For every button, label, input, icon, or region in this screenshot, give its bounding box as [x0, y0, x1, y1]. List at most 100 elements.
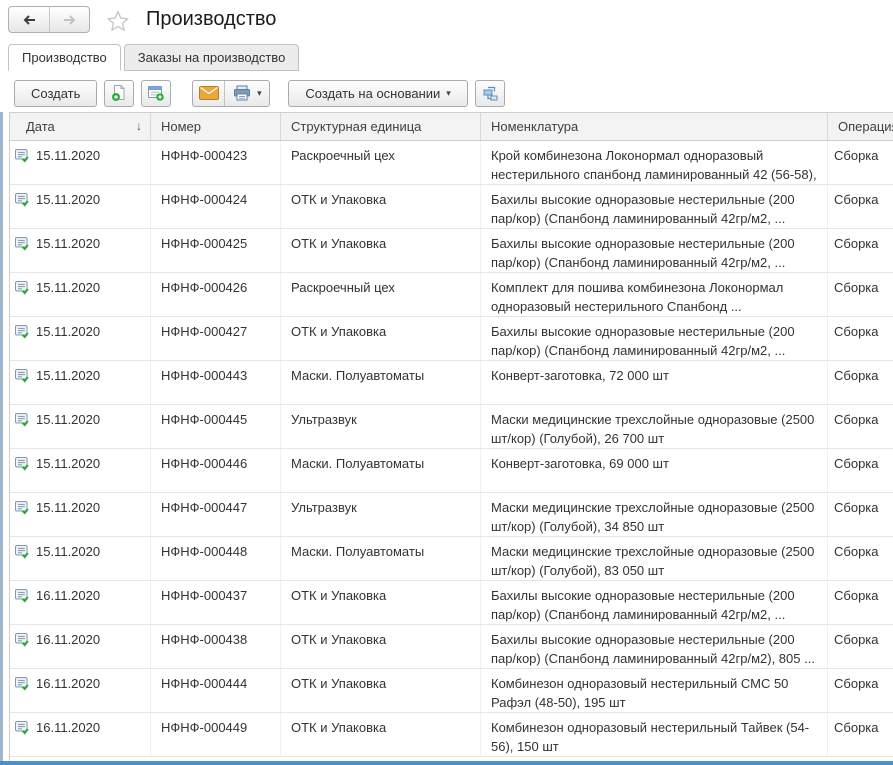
- cell-nomenclature[interactable]: Конверт-заготовка, 69 000 шт: [481, 449, 828, 492]
- cell-unit[interactable]: ОТК и Упаковка: [281, 185, 481, 228]
- cell-nomenclature[interactable]: Маски медицинские трехслойные одноразовы…: [481, 493, 828, 536]
- cell-operation[interactable]: Сборка: [828, 405, 893, 448]
- cell-date: 16.11.2020: [36, 718, 100, 737]
- cell-date: 15.11.2020: [36, 190, 100, 209]
- cell-number[interactable]: НФНФ-000427: [151, 317, 281, 360]
- cell-operation[interactable]: Сборка: [828, 669, 893, 712]
- document-posted-icon: [14, 543, 30, 564]
- cell-nomenclature[interactable]: Бахилы высокие одноразовые нестерильные …: [481, 317, 828, 360]
- cell-date: 15.11.2020: [36, 278, 100, 297]
- cell-unit[interactable]: Ультразвук: [281, 493, 481, 536]
- cell-number[interactable]: НФНФ-000447: [151, 493, 281, 536]
- cell-operation[interactable]: Сборка: [828, 713, 893, 756]
- cell-unit[interactable]: Раскроечный цех: [281, 273, 481, 316]
- document-posted-icon: [14, 191, 30, 212]
- mail-button[interactable]: [193, 81, 224, 106]
- cell-nomenclature[interactable]: Комбинезон одноразовый нестерильный Тайв…: [481, 713, 828, 756]
- cell-number[interactable]: НФНФ-000426: [151, 273, 281, 316]
- cell-operation[interactable]: Сборка: [828, 185, 893, 228]
- cell-nomenclature[interactable]: Крой комбинезона Локонормал одноразовый …: [481, 141, 828, 184]
- cell-nomenclature[interactable]: Бахилы высокие одноразовые нестерильные …: [481, 625, 828, 668]
- table-row[interactable]: 16.11.2020 НФНФ-000438 ОТК и Упаковка Ба…: [10, 625, 893, 669]
- cell-unit[interactable]: Маски. Полуавтоматы: [281, 361, 481, 404]
- cell-operation[interactable]: Сборка: [828, 361, 893, 404]
- cell-nomenclature[interactable]: Бахилы высокие одноразовые нестерильные …: [481, 185, 828, 228]
- tab-production[interactable]: Производство: [8, 44, 121, 71]
- cell-number[interactable]: НФНФ-000438: [151, 625, 281, 668]
- table-row[interactable]: 16.11.2020 НФНФ-000449 ОТК и Упаковка Ко…: [10, 713, 893, 757]
- table-row[interactable]: 15.11.2020 НФНФ-000427 ОТК и Упаковка Ба…: [10, 317, 893, 361]
- tab-production-orders[interactable]: Заказы на производство: [124, 44, 300, 71]
- table-row[interactable]: 15.11.2020 НФНФ-000443 Маски. Полуавтома…: [10, 361, 893, 405]
- cell-unit[interactable]: ОТК и Упаковка: [281, 317, 481, 360]
- cell-operation[interactable]: Сборка: [828, 449, 893, 492]
- cell-unit[interactable]: ОТК и Упаковка: [281, 229, 481, 272]
- create-based-on-button[interactable]: Создать на основании ▾: [288, 80, 467, 107]
- cell-operation[interactable]: Сборка: [828, 581, 893, 624]
- cell-nomenclature[interactable]: Бахилы высокие одноразовые нестерильные …: [481, 229, 828, 272]
- cell-unit[interactable]: Маски. Полуавтоматы: [281, 449, 481, 492]
- cell-number[interactable]: НФНФ-000443: [151, 361, 281, 404]
- cell-date: 16.11.2020: [36, 630, 100, 649]
- table-row[interactable]: 15.11.2020 НФНФ-000426 Раскроечный цех К…: [10, 273, 893, 317]
- cell-operation[interactable]: Сборка: [828, 317, 893, 360]
- column-header-date[interactable]: Дата ↓: [10, 113, 151, 140]
- create-group-button[interactable]: [141, 80, 171, 107]
- table-row[interactable]: 15.11.2020 НФНФ-000425 ОТК и Упаковка Ба…: [10, 229, 893, 273]
- cell-nomenclature[interactable]: Маски медицинские трехслойные одноразовы…: [481, 405, 828, 448]
- cell-number[interactable]: НФНФ-000449: [151, 713, 281, 756]
- cell-unit[interactable]: Раскроечный цех: [281, 141, 481, 184]
- cell-number[interactable]: НФНФ-000425: [151, 229, 281, 272]
- table-row[interactable]: 16.11.2020 НФНФ-000437 ОТК и Упаковка Ба…: [10, 581, 893, 625]
- copy-document-button[interactable]: [104, 80, 134, 107]
- cell-unit[interactable]: ОТК и Упаковка: [281, 713, 481, 756]
- cell-unit[interactable]: ОТК и Упаковка: [281, 581, 481, 624]
- table-row[interactable]: 15.11.2020 НФНФ-000446 Маски. Полуавтома…: [10, 449, 893, 493]
- cell-unit[interactable]: Ультразвук: [281, 405, 481, 448]
- document-posted-icon: [14, 147, 30, 168]
- cell-operation[interactable]: Сборка: [828, 625, 893, 668]
- back-button[interactable]: [9, 7, 49, 32]
- table-row[interactable]: 16.11.2020 НФНФ-000444 ОТК и Упаковка Ко…: [10, 669, 893, 713]
- table-row[interactable]: 15.11.2020 НФНФ-000447 Ультразвук Маски …: [10, 493, 893, 537]
- cell-nomenclature[interactable]: Маски медицинские трехслойные одноразовы…: [481, 537, 828, 580]
- create-button[interactable]: Создать: [14, 80, 97, 107]
- cell-date: 15.11.2020: [36, 322, 100, 341]
- cell-number[interactable]: НФНФ-000424: [151, 185, 281, 228]
- cell-operation[interactable]: Сборка: [828, 141, 893, 184]
- column-header-nomenclature[interactable]: Номенклатура: [481, 113, 828, 140]
- cell-operation[interactable]: Сборка: [828, 493, 893, 536]
- print-button[interactable]: ▾: [224, 81, 269, 106]
- table-row[interactable]: 15.11.2020 НФНФ-000448 Маски. Полуавтома…: [10, 537, 893, 581]
- cell-number[interactable]: НФНФ-000437: [151, 581, 281, 624]
- cell-unit[interactable]: ОТК и Упаковка: [281, 625, 481, 668]
- cell-nomenclature[interactable]: Конверт-заготовка, 72 000 шт: [481, 361, 828, 404]
- window-left-edge: [0, 112, 3, 765]
- favorite-star-icon[interactable]: [106, 9, 130, 38]
- table-header: Дата ↓ Номер Структурная единица Номенкл…: [10, 113, 893, 141]
- table-row[interactable]: 15.11.2020 НФНФ-000423 Раскроечный цех К…: [10, 141, 893, 185]
- cell-number[interactable]: НФНФ-000446: [151, 449, 281, 492]
- column-header-unit[interactable]: Структурная единица: [281, 113, 481, 140]
- table-row[interactable]: 15.11.2020 НФНФ-000424 ОТК и Упаковка Ба…: [10, 185, 893, 229]
- cell-number[interactable]: НФНФ-000444: [151, 669, 281, 712]
- chevron-down-icon: ▾: [257, 89, 262, 98]
- arrow-right-icon: [61, 11, 79, 29]
- column-header-operation[interactable]: Операция: [828, 113, 893, 140]
- cell-unit[interactable]: Маски. Полуавтоматы: [281, 537, 481, 580]
- cell-nomenclature[interactable]: Бахилы высокие одноразовые нестерильные …: [481, 581, 828, 624]
- cell-number[interactable]: НФНФ-000423: [151, 141, 281, 184]
- cell-unit[interactable]: ОТК и Упаковка: [281, 669, 481, 712]
- hierarchy-view-button[interactable]: [475, 80, 505, 107]
- cell-operation[interactable]: Сборка: [828, 537, 893, 580]
- column-header-number[interactable]: Номер: [151, 113, 281, 140]
- table-row[interactable]: 15.11.2020 НФНФ-000445 Ультразвук Маски …: [10, 405, 893, 449]
- document-posted-icon: [14, 411, 30, 432]
- forward-button[interactable]: [49, 7, 89, 32]
- cell-nomenclature[interactable]: Комбинезон одноразовый нестерильный СМС …: [481, 669, 828, 712]
- cell-number[interactable]: НФНФ-000445: [151, 405, 281, 448]
- cell-operation[interactable]: Сборка: [828, 273, 893, 316]
- cell-operation[interactable]: Сборка: [828, 229, 893, 272]
- cell-nomenclature[interactable]: Комплект для пошива комбинезона Локонорм…: [481, 273, 828, 316]
- cell-number[interactable]: НФНФ-000448: [151, 537, 281, 580]
